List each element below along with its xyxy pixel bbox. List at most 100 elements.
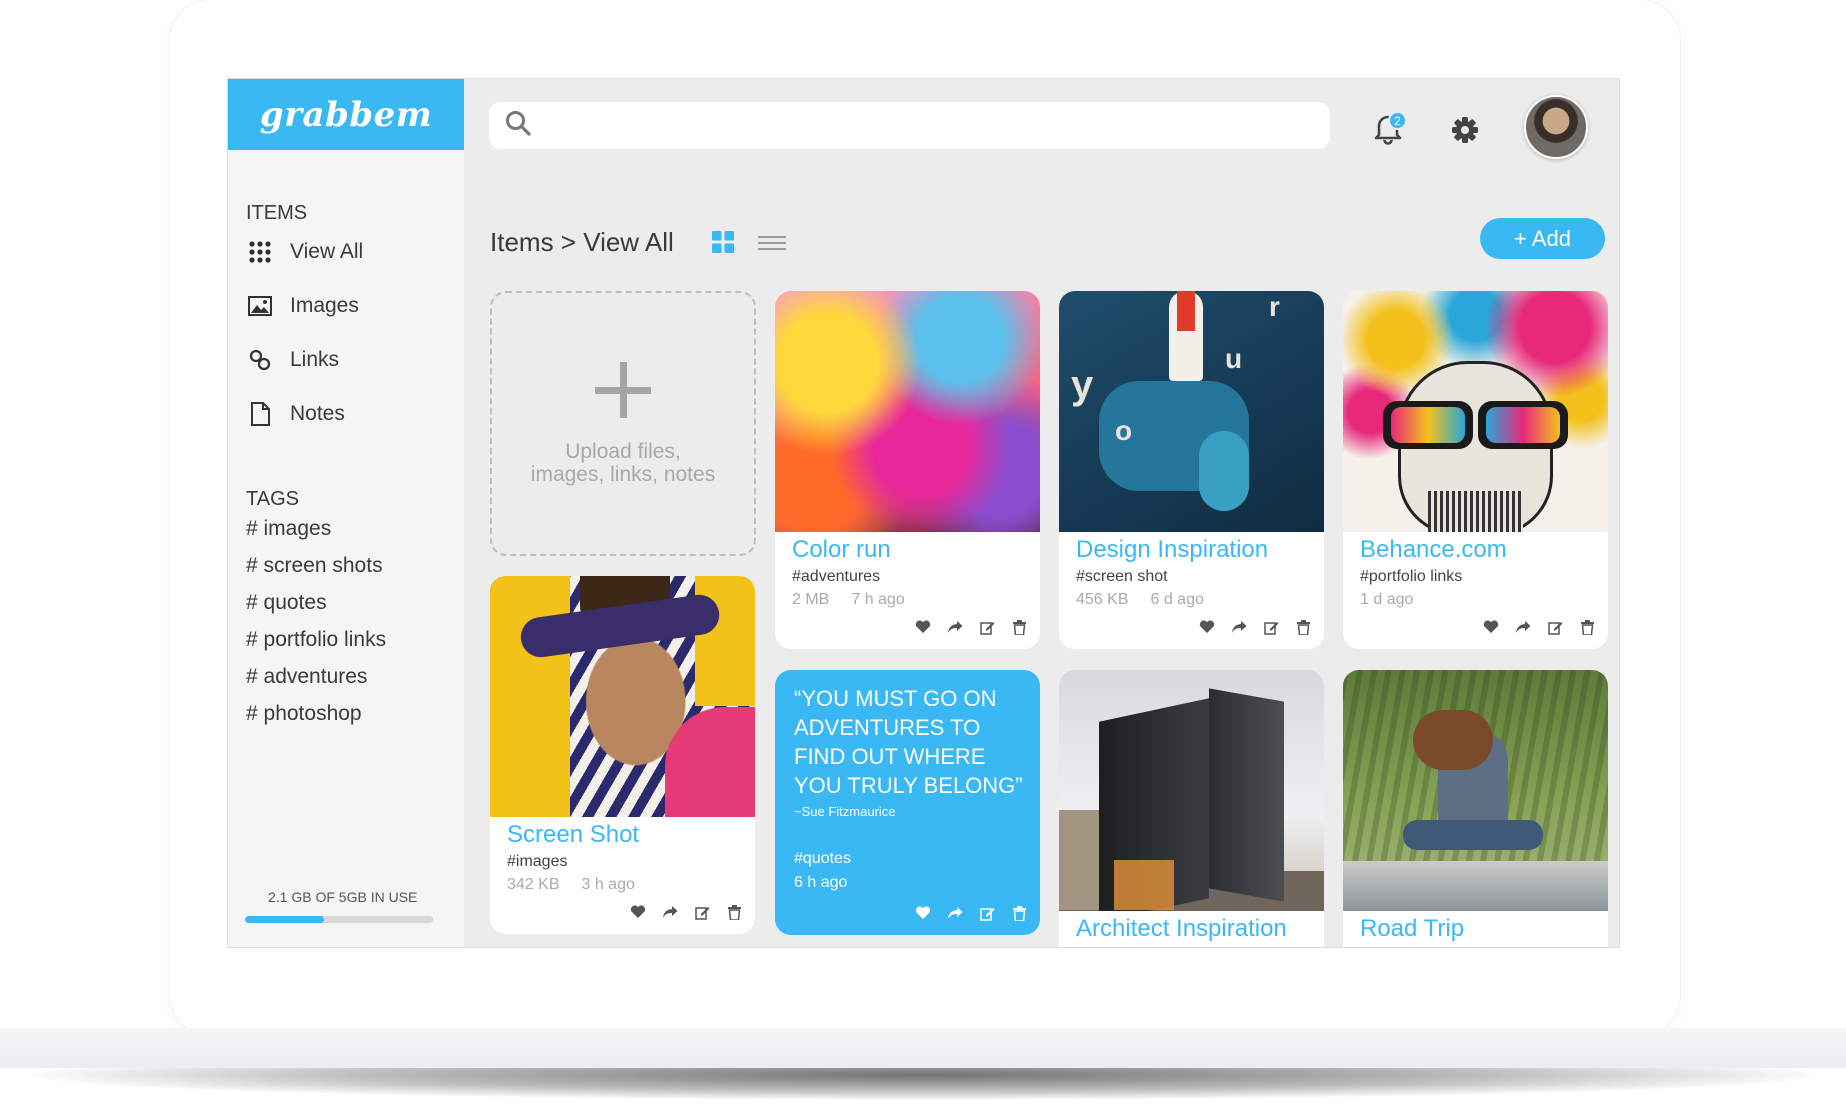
grid-view-icon[interactable] (712, 231, 734, 253)
heart-icon[interactable] (914, 618, 932, 636)
share-icon[interactable] (946, 618, 964, 636)
trash-icon[interactable] (1578, 618, 1596, 636)
heart-icon[interactable] (1198, 618, 1216, 636)
item-card-architect[interactable]: Architect Inspiration (1059, 670, 1324, 947)
item-card-road-trip[interactable]: Road Trip (1343, 670, 1608, 947)
document-icon (246, 400, 274, 428)
heart-icon[interactable] (629, 903, 647, 921)
user-avatar[interactable] (1524, 95, 1588, 159)
logo-text: grabbem (259, 94, 433, 135)
card-size: 456 KB (1076, 591, 1129, 608)
share-icon[interactable] (1230, 618, 1248, 636)
card-title: Behance.com (1360, 536, 1507, 563)
card-title: Color run (792, 536, 891, 563)
card-time: 6 d ago (1150, 591, 1204, 608)
card-actions (1198, 618, 1312, 636)
card-image (1059, 670, 1324, 911)
sidebar-item-notes[interactable]: Notes (246, 394, 345, 434)
heart-icon[interactable] (1482, 618, 1500, 636)
gear-icon[interactable] (1450, 115, 1480, 145)
card-meta: 342 KB 3 h ago (507, 876, 657, 894)
card-title: Road Trip (1360, 915, 1465, 942)
sidebar-item-label: View All (290, 240, 364, 263)
edit-icon[interactable] (1262, 618, 1280, 636)
storage-progress-bar (245, 916, 433, 923)
sidebar-item-label: Images (290, 294, 359, 317)
card-tag: #adventures (792, 568, 881, 585)
app-screen: grabbem ITEMS View All Images Links Note… (227, 78, 1620, 948)
tags-section-title: TAGS (246, 488, 299, 510)
trash-icon[interactable] (1010, 618, 1028, 636)
storage-label: 2.1 GB OF 5GB IN USE (268, 889, 418, 905)
tag-screen-shots[interactable]: # screen shots (246, 554, 383, 578)
item-card-quote[interactable]: “YOU MUST GO ON ADVENTURES TO FIND OUT W… (775, 670, 1040, 935)
share-icon[interactable] (946, 904, 964, 922)
add-button[interactable]: + Add (1480, 218, 1605, 259)
edit-icon[interactable] (693, 903, 711, 921)
grid-dots-icon (246, 238, 274, 266)
sidebar: grabbem ITEMS View All Images Links Note… (228, 79, 464, 947)
share-icon[interactable] (1514, 618, 1532, 636)
item-card-screen-shot[interactable]: Screen Shot #images 342 KB 3 h ago (490, 576, 755, 934)
item-card-design-inspiration[interactable]: y o u r Design Inspiration #screen shot … (1059, 291, 1324, 649)
card-tag: #portfolio links (1360, 568, 1463, 585)
trash-icon[interactable] (725, 903, 743, 921)
upload-text-line: images, links, notes (530, 462, 716, 486)
card-actions (629, 903, 743, 921)
search-input[interactable] (541, 115, 1330, 136)
trash-icon[interactable] (1010, 904, 1028, 922)
card-image (1343, 670, 1608, 911)
upload-text-line: Upload files, (565, 439, 681, 463)
search-bar[interactable] (489, 102, 1330, 149)
edit-icon[interactable] (978, 618, 996, 636)
card-image (1343, 291, 1608, 532)
quote-text: “YOU MUST GO ON ADVENTURES TO FIND OUT W… (794, 686, 1023, 798)
card-tag: #screen shot (1076, 568, 1168, 585)
image-icon (246, 292, 274, 320)
card-tag: #images (507, 853, 568, 870)
card-image: y o u r (1059, 291, 1324, 532)
link-icon (246, 346, 274, 374)
card-meta: 1 d ago (1360, 591, 1435, 609)
card-actions (1482, 618, 1596, 636)
storage-progress-fill (245, 916, 324, 923)
card-image (775, 291, 1040, 532)
trash-icon[interactable] (1294, 618, 1312, 636)
plus-icon (595, 361, 651, 418)
edit-icon[interactable] (1546, 618, 1564, 636)
item-card-color-run[interactable]: Color run #adventures 2 MB 7 h ago (775, 291, 1040, 649)
card-title: Design Inspiration (1076, 536, 1269, 563)
tag-portfolio-links[interactable]: # portfolio links (246, 628, 386, 652)
card-tag: #quotes (794, 850, 851, 867)
card-time: 6 h ago (794, 874, 848, 891)
edit-icon[interactable] (978, 904, 996, 922)
card-meta: 456 KB 6 d ago (1076, 591, 1226, 609)
card-actions (914, 904, 1028, 922)
upload-dropzone[interactable]: Upload files, images, links, notes (490, 291, 756, 556)
list-view-icon[interactable] (758, 233, 786, 253)
card-size: 342 KB (507, 876, 560, 893)
share-icon[interactable] (661, 903, 679, 921)
device-base (0, 1028, 1846, 1068)
tag-images[interactable]: # images (246, 517, 331, 541)
upload-text: Upload files, images, links, notes (531, 440, 715, 486)
card-actions (914, 618, 1028, 636)
heart-icon[interactable] (914, 904, 932, 922)
sidebar-item-links[interactable]: Links (246, 340, 339, 380)
tag-adventures[interactable]: # adventures (246, 665, 367, 689)
card-time: 7 h ago (851, 591, 905, 608)
items-section-title: ITEMS (246, 202, 308, 224)
card-title: Screen Shot (507, 821, 640, 848)
card-time: 1 d ago (1360, 591, 1414, 608)
sidebar-item-label: Notes (290, 402, 345, 425)
logo[interactable]: grabbem (228, 79, 464, 150)
item-card-behance[interactable]: Behance.com #portfolio links 1 d ago (1343, 291, 1608, 649)
sidebar-item-images[interactable]: Images (246, 286, 359, 326)
breadcrumb: Items > View All (490, 227, 674, 257)
quote-author: ~Sue Fitzmaurice (794, 804, 896, 819)
notification-badge: 2 (1388, 111, 1407, 130)
card-time: 3 h ago (581, 876, 635, 893)
tag-quotes[interactable]: # quotes (246, 591, 327, 615)
tag-photoshop[interactable]: # photoshop (246, 702, 362, 726)
sidebar-item-view-all[interactable]: View All (246, 232, 363, 272)
